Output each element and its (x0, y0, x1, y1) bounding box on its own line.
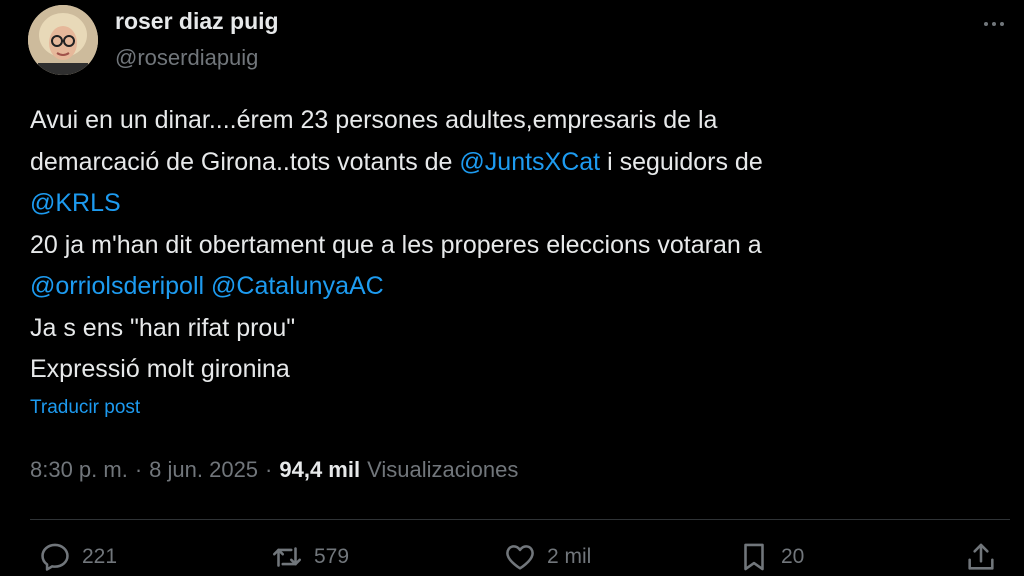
post-time[interactable]: 8:30 p. m. (30, 457, 128, 483)
post-detail: roser diaz puig @roserdiapuig Avui en un… (0, 0, 1024, 576)
author-handle[interactable]: @roserdiapuig (115, 45, 258, 71)
like-count: 2 mil (547, 545, 592, 568)
share-button[interactable] (964, 538, 998, 576)
post-text-line: Avui en un dinar....érem 23 persones adu… (30, 106, 718, 134)
reply-count: 221 (82, 545, 118, 568)
more-dots-icon (1000, 22, 1004, 26)
translate-post-link[interactable]: Traducir post (30, 397, 140, 419)
post-date[interactable]: 8 jun. 2025 (149, 457, 258, 483)
post-text: Avui en un dinar....érem 23 persones adu… (30, 100, 990, 391)
post-text-fragment: i seguidors de (600, 147, 763, 176)
views-count[interactable]: 94,4 mil (279, 457, 360, 483)
divider (30, 519, 1010, 520)
bookmark-icon (737, 540, 771, 574)
repost-icon (270, 540, 304, 574)
post-text-line: @KRLS (30, 183, 990, 225)
post-meta: 8:30 p. m. · 8 jun. 2025 · 94,4 mil Visu… (30, 457, 518, 483)
meta-separator: · (265, 457, 273, 482)
more-dots-icon (992, 22, 996, 26)
mention-link-juntsxcat[interactable]: @JuntsXCat (459, 148, 600, 176)
share-icon (964, 540, 998, 574)
mention-link-krls[interactable]: @KRLS (30, 189, 121, 217)
mention-link-catalunyaac[interactable]: @CatalunyaAC (211, 272, 384, 300)
reply-icon (38, 540, 72, 574)
views-label: Visualizaciones (367, 457, 519, 482)
bookmark-button[interactable]: 20 (737, 538, 804, 576)
repost-count: 579 (314, 545, 350, 568)
bookmark-count: 20 (781, 545, 805, 568)
meta-separator: · (134, 457, 143, 482)
action-bar: 221 579 2 mil 20 (0, 538, 1024, 576)
post-text-line: Expressió molt gironina (30, 355, 290, 383)
reply-button[interactable]: 221 (38, 538, 117, 576)
post-text-fragment: demarcació de Girona..tots votants de (30, 147, 460, 176)
avatar-image (28, 5, 98, 75)
post-text-line: 20 ja m'han dit obertament que a les pro… (30, 230, 762, 259)
post-text-line: Ja s ens "han rifat prou" (30, 313, 296, 342)
heart-icon (503, 540, 537, 574)
author-display-name[interactable]: roser diaz puig (115, 8, 279, 35)
avatar[interactable] (28, 5, 98, 75)
post-text-line: demarcació de Girona..tots votants de @J… (30, 142, 990, 184)
more-dots-icon (984, 22, 988, 26)
like-button[interactable]: 2 mil (503, 538, 591, 576)
mention-link-orriols[interactable]: @orriolsderipoll (30, 272, 204, 300)
more-options-button[interactable] (974, 10, 1014, 38)
post-text-line: @orriolsderipoll @CatalunyaAC (30, 266, 990, 308)
repost-button[interactable]: 579 (270, 538, 349, 576)
